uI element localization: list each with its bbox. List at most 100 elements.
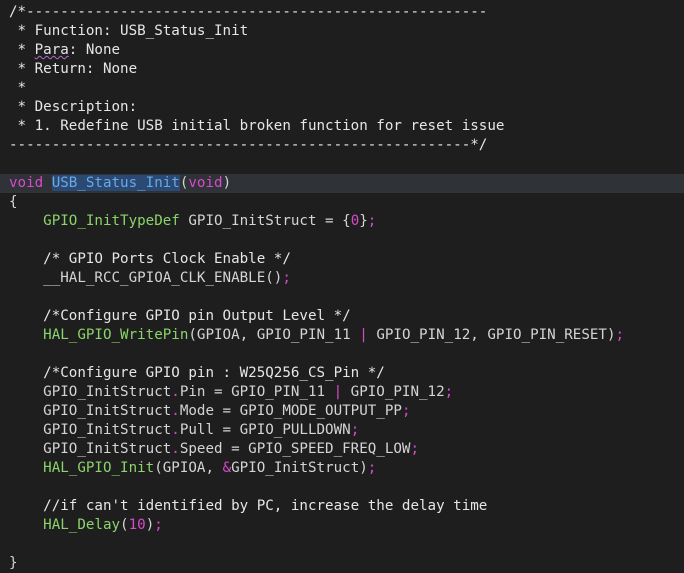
code-token: Mode: [179, 403, 215, 419]
code-line[interactable]: [0, 478, 684, 497]
code-token: GPIO_InitStruct: [9, 403, 172, 419]
code-token: USB_Status_Init: [51, 175, 180, 191]
code-token: Para: [34, 42, 69, 58]
code-token: ----------------------------------------…: [9, 137, 488, 153]
code-line[interactable]: * Description:: [0, 98, 684, 117]
code-line[interactable]: /* GPIO Ports Clock Enable */: [0, 250, 684, 269]
code-token: Pull: [179, 422, 215, 438]
code-line[interactable]: __HAL_RCC_GPIOA_CLK_ENABLE();: [0, 269, 684, 288]
code-token: void: [188, 175, 223, 191]
code-token: (GPIOA, GPIO_PIN_11: [188, 327, 360, 343]
code-token: ;: [401, 403, 411, 419]
code-token: GPIO_PIN_12: [342, 384, 445, 400]
code-token: //if can't identified by PC, increase th…: [9, 498, 488, 514]
code-token: /*Configure GPIO pin : W25Q256_CS_Pin */: [9, 365, 385, 381]
code-token: void: [9, 175, 44, 191]
code-token: GPIO_InitStruct: [9, 384, 172, 400]
code-line[interactable]: GPIO_InitStruct.Pin = GPIO_PIN_11 | GPIO…: [0, 383, 684, 402]
code-line[interactable]: * Function: USB_Status_Init: [0, 22, 684, 41]
code-token: {: [9, 194, 18, 210]
code-token: __HAL_RCC_GPIOA_CLK_ENABLE: [9, 270, 266, 286]
code-token: *: [9, 80, 27, 96]
code-token: GPIO_PIN_12, GPIO_PIN_RESET): [367, 327, 616, 343]
code-token: ): [145, 517, 155, 533]
code-line[interactable]: /*Configure GPIO pin Output Level */: [0, 307, 684, 326]
code-line[interactable]: HAL_Delay(10);: [0, 516, 684, 535]
code-token: .: [171, 403, 180, 419]
code-line[interactable]: /*--------------------------------------…: [0, 3, 684, 22]
code-line[interactable]: ----------------------------------------…: [0, 136, 684, 155]
code-token: (GPIOA,: [154, 460, 223, 476]
code-line[interactable]: [0, 231, 684, 250]
code-token: /*Configure GPIO pin Output Level */: [9, 308, 351, 324]
code-token: * 1. Redefine USB initial broken functio…: [9, 118, 505, 134]
code-line[interactable]: GPIO_InitStruct.Mode = GPIO_MODE_OUTPUT_…: [0, 402, 684, 421]
code-token: * Return: None: [9, 61, 138, 77]
code-token: * Description:: [9, 99, 138, 115]
code-token: (): [265, 270, 283, 286]
code-token: |: [359, 327, 368, 343]
code-token: ;: [154, 517, 163, 533]
code-token: 0: [350, 213, 360, 229]
code-token: = GPIO_SPEED_FREQ_LOW: [222, 441, 411, 457]
code-token: GPIO_InitStruct: [9, 422, 172, 438]
code-token: ;: [410, 441, 420, 457]
code-token: }: [359, 213, 368, 229]
code-token: Pin: [179, 384, 206, 400]
code-line[interactable]: void USB_Status_Init(void): [0, 174, 684, 193]
code-token: * Function: USB_Status_Init: [9, 23, 249, 39]
code-token: (: [120, 517, 129, 533]
code-token: : None: [68, 42, 121, 58]
code-token: .: [171, 422, 180, 438]
code-line[interactable]: HAL_GPIO_Init(GPIOA, &GPIO_InitStruct);: [0, 459, 684, 478]
code-token: HAL_GPIO_Init: [43, 460, 155, 476]
code-token: GPIO_InitStruct = {: [179, 213, 351, 229]
code-token: .: [171, 384, 180, 400]
code-token: ;: [367, 460, 377, 476]
code-token: }: [9, 555, 18, 571]
code-line[interactable]: * Return: None: [0, 60, 684, 79]
code-line[interactable]: GPIO_InitStruct.Speed = GPIO_SPEED_FREQ_…: [0, 440, 684, 459]
code-line[interactable]: }: [0, 554, 684, 573]
code-line[interactable]: [0, 345, 684, 364]
code-token: ;: [282, 270, 291, 286]
code-token: |: [333, 384, 343, 400]
code-token: HAL_Delay: [43, 517, 121, 533]
code-editor[interactable]: /*--------------------------------------…: [0, 0, 684, 571]
code-line[interactable]: [0, 155, 684, 174]
code-token: HAL_GPIO_WritePin: [43, 327, 189, 343]
code-token: ;: [350, 422, 360, 438]
code-line[interactable]: /*Configure GPIO pin : W25Q256_CS_Pin */: [0, 364, 684, 383]
code-token: Speed: [179, 441, 223, 457]
code-line[interactable]: * Para: None: [0, 41, 684, 60]
code-token: *: [9, 42, 35, 58]
code-token: .: [171, 441, 180, 457]
code-token: &: [222, 460, 232, 476]
code-token: = GPIO_PULLDOWN: [214, 422, 351, 438]
code-token: GPIO_InitStruct: [9, 441, 172, 457]
code-token: GPIO_InitStruct): [231, 460, 368, 476]
code-token: /*--------------------------------------…: [9, 4, 488, 20]
code-line[interactable]: //if can't identified by PC, increase th…: [0, 497, 684, 516]
code-line[interactable]: HAL_GPIO_WritePin(GPIOA, GPIO_PIN_11 | G…: [0, 326, 684, 345]
code-token: = GPIO_PIN_11: [205, 384, 334, 400]
code-token: ;: [615, 327, 625, 343]
code-token: ): [222, 175, 232, 191]
code-token: ;: [444, 384, 454, 400]
code-line[interactable]: [0, 288, 684, 307]
code-token: GPIO_InitTypeDef: [43, 213, 180, 229]
code-token: 10: [128, 517, 146, 533]
code-line[interactable]: GPIO_InitTypeDef GPIO_InitStruct = {0};: [0, 212, 684, 231]
code-token: = GPIO_MODE_OUTPUT_PP: [214, 403, 402, 419]
code-line[interactable]: GPIO_InitStruct.Pull = GPIO_PULLDOWN;: [0, 421, 684, 440]
code-line[interactable]: *: [0, 79, 684, 98]
code-line[interactable]: * 1. Redefine USB initial broken functio…: [0, 117, 684, 136]
code-line[interactable]: [0, 535, 684, 554]
code-token: /* GPIO Ports Clock Enable */: [9, 251, 291, 267]
code-line[interactable]: {: [0, 193, 684, 212]
